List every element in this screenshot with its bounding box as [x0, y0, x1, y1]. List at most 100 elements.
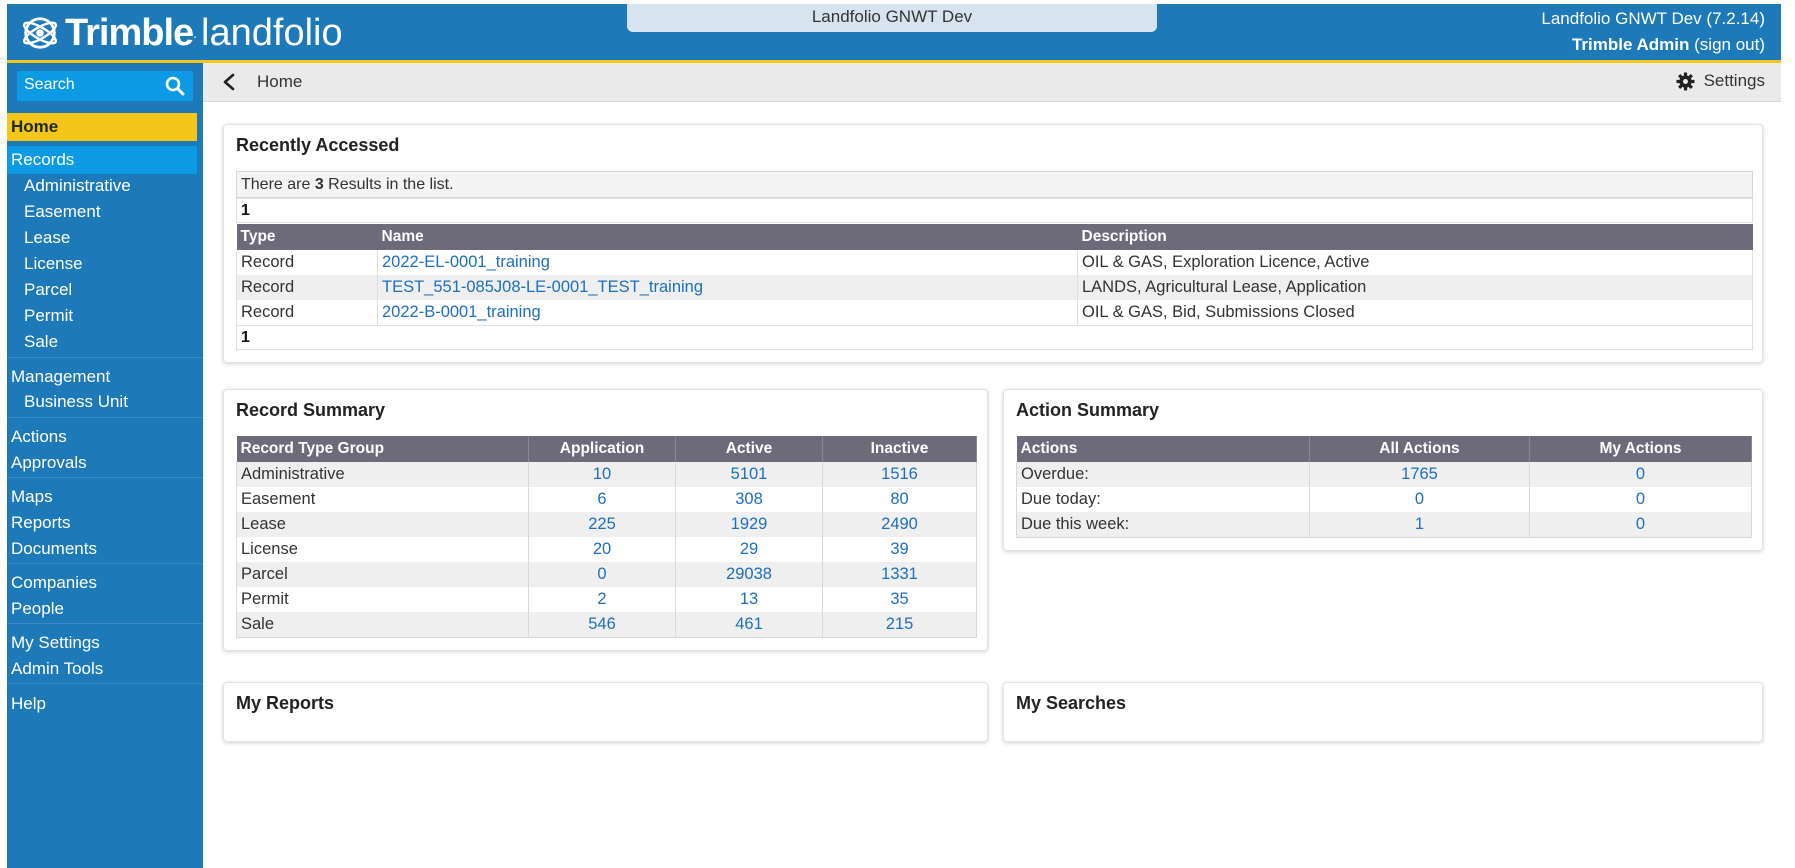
record-link[interactable]: 2022-B-0001_training — [377, 300, 1078, 325]
search-input[interactable]: Search — [17, 71, 193, 101]
count-link[interactable]: 80 — [822, 487, 977, 512]
brand-name: Trimble — [65, 11, 194, 54]
sidebar-item-maps[interactable]: Maps — [7, 483, 197, 511]
sidebar-item-permit[interactable]: Permit — [7, 302, 197, 330]
count-link[interactable]: 2 — [528, 587, 676, 612]
my-reports-title: My Reports — [236, 693, 335, 713]
sidebar-item-records[interactable]: Records — [7, 146, 197, 174]
record-summary-table: Record Type Group Application Active Ina… — [236, 436, 977, 638]
sidebar-divider — [7, 357, 203, 358]
cell-action-label: Overdue: — [1016, 462, 1310, 487]
sidebar-item-sale[interactable]: Sale — [7, 328, 197, 356]
count-link[interactable]: 0 — [528, 562, 676, 587]
cell-group: Easement — [236, 487, 529, 512]
sidebar-item-easement[interactable]: Easement — [7, 198, 197, 226]
search-icon[interactable] — [165, 76, 185, 96]
count-link[interactable]: 35 — [822, 587, 977, 612]
table-row: Record 2022-EL-0001_training OIL & GAS, … — [236, 250, 1753, 275]
count-link[interactable]: 1516 — [822, 462, 977, 487]
results-count: 3 — [314, 176, 324, 193]
action-summary-panel: Action Summary Actions All Actions My Ac… — [1003, 389, 1763, 551]
cell-description: LANDS, Agricultural Lease, Application — [1077, 275, 1753, 300]
column-header-name[interactable]: Name — [377, 224, 1078, 250]
count-link[interactable]: 0 — [1529, 487, 1752, 512]
pager-bottom[interactable]: 1 — [236, 325, 1753, 350]
environment-version: Landfolio GNWT Dev (7.2.14) — [1541, 9, 1765, 28]
sidebar-item-help[interactable]: Help — [7, 690, 197, 718]
count-link[interactable]: 29 — [675, 537, 823, 562]
sidebar-item-actions[interactable]: Actions — [7, 423, 197, 451]
gear-icon — [1676, 71, 1695, 91]
count-link[interactable]: 215 — [822, 612, 977, 638]
sign-out-link[interactable]: (sign out) — [1694, 35, 1765, 54]
column-header-application: Application — [528, 436, 676, 462]
count-link[interactable]: 29038 — [675, 562, 823, 587]
count-link[interactable]: 6 — [528, 487, 676, 512]
cell-group: Lease — [236, 512, 529, 537]
count-link[interactable]: 1 — [1309, 512, 1530, 538]
sidebar-item-management[interactable]: Management — [7, 363, 197, 391]
count-link[interactable]: 0 — [1529, 512, 1752, 538]
count-link[interactable]: 10 — [528, 462, 676, 487]
sidebar-item-license[interactable]: License — [7, 250, 197, 278]
settings-button[interactable]: Settings — [1676, 71, 1765, 91]
trimble-logo[interactable]: Trimble . landfolio — [21, 12, 343, 54]
sidebar-item-lease[interactable]: Lease — [7, 224, 197, 252]
pager-top[interactable]: 1 — [236, 198, 1753, 223]
count-link[interactable]: 546 — [528, 612, 676, 638]
cell-description: OIL & GAS, Exploration Licence, Active — [1077, 250, 1753, 275]
table-row: Overdue: 1765 0 — [1016, 462, 1752, 487]
sidebar-item-administrative[interactable]: Administrative — [7, 172, 197, 200]
column-header-description[interactable]: Description — [1077, 224, 1753, 250]
sidebar-item-business-unit[interactable]: Business Unit — [7, 388, 197, 416]
my-reports-panel: My Reports — [223, 682, 988, 742]
count-link[interactable]: 225 — [528, 512, 676, 537]
count-link[interactable]: 1929 — [675, 512, 823, 537]
sidebar-item-my-settings[interactable]: My Settings — [7, 629, 197, 657]
breadcrumb-toolbar: Home Settings — [203, 63, 1781, 102]
count-link[interactable]: 461 — [675, 612, 823, 638]
brand-dot: . — [193, 25, 198, 41]
trimble-globe-icon — [22, 17, 58, 49]
sidebar-item-companies[interactable]: Companies — [7, 569, 197, 597]
sidebar-item-people[interactable]: People — [7, 595, 197, 623]
count-link[interactable]: 20 — [528, 537, 676, 562]
count-link[interactable]: 1331 — [822, 562, 977, 587]
table-row: License 20 29 39 — [236, 537, 977, 562]
recently-accessed-panel: Recently Accessed There are 3 Results in… — [223, 124, 1763, 363]
sidebar-item-parcel[interactable]: Parcel — [7, 276, 197, 304]
count-link[interactable]: 2490 — [822, 512, 977, 537]
sidebar: Search Home Records Administrative Easem… — [7, 63, 203, 868]
count-link[interactable]: 13 — [675, 587, 823, 612]
sidebar-item-documents[interactable]: Documents — [7, 535, 197, 563]
count-link[interactable]: 5101 — [675, 462, 823, 487]
table-row: Administrative 10 5101 1516 — [236, 462, 977, 487]
sidebar-divider — [7, 623, 203, 624]
count-link[interactable]: 1765 — [1309, 462, 1530, 487]
sidebar-item-admin-tools[interactable]: Admin Tools — [7, 655, 197, 683]
cell-type: Record — [236, 275, 378, 300]
action-summary-title: Action Summary — [1016, 400, 1160, 420]
sidebar-item-reports[interactable]: Reports — [7, 509, 197, 537]
record-link[interactable]: 2022-EL-0001_training — [377, 250, 1078, 275]
table-row: Due this week: 1 0 — [1016, 512, 1752, 538]
sidebar-item-home[interactable]: Home — [7, 113, 197, 141]
results-info-prefix: There are — [241, 176, 315, 193]
sidebar-divider — [7, 683, 203, 684]
column-header-actions: Actions — [1016, 436, 1310, 462]
column-header-type[interactable]: Type — [236, 224, 378, 250]
table-row: Record TEST_551-085J08-LE-0001_TEST_trai… — [236, 275, 1753, 300]
cell-group: Permit — [236, 587, 529, 612]
table-row: Record 2022-B-0001_training OIL & GAS, B… — [236, 300, 1753, 325]
cell-type: Record — [236, 250, 378, 275]
environment-tab: Landfolio GNWT Dev — [627, 4, 1157, 32]
cell-type: Record — [236, 300, 378, 325]
sidebar-item-approvals[interactable]: Approvals — [7, 449, 197, 477]
count-link[interactable]: 39 — [822, 537, 977, 562]
count-link[interactable]: 308 — [675, 487, 823, 512]
count-link[interactable]: 0 — [1309, 487, 1530, 512]
table-row: Easement 6 308 80 — [236, 487, 977, 512]
record-link[interactable]: TEST_551-085J08-LE-0001_TEST_training — [377, 275, 1078, 300]
count-link[interactable]: 0 — [1529, 462, 1752, 487]
back-chevron-icon[interactable] — [221, 73, 237, 91]
